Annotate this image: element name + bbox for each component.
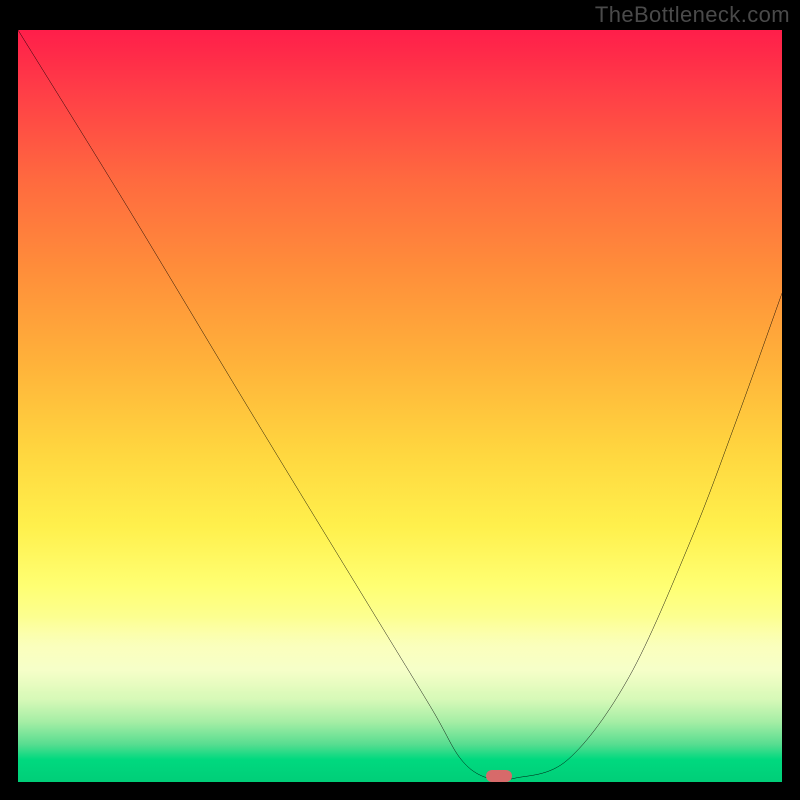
- chart-frame: TheBottleneck.com: [0, 0, 800, 800]
- light-band: [18, 617, 782, 692]
- bottleneck-curve: [18, 30, 782, 782]
- watermark-text: TheBottleneck.com: [595, 2, 790, 28]
- plot-area: [18, 30, 782, 782]
- optimal-marker: [486, 770, 512, 782]
